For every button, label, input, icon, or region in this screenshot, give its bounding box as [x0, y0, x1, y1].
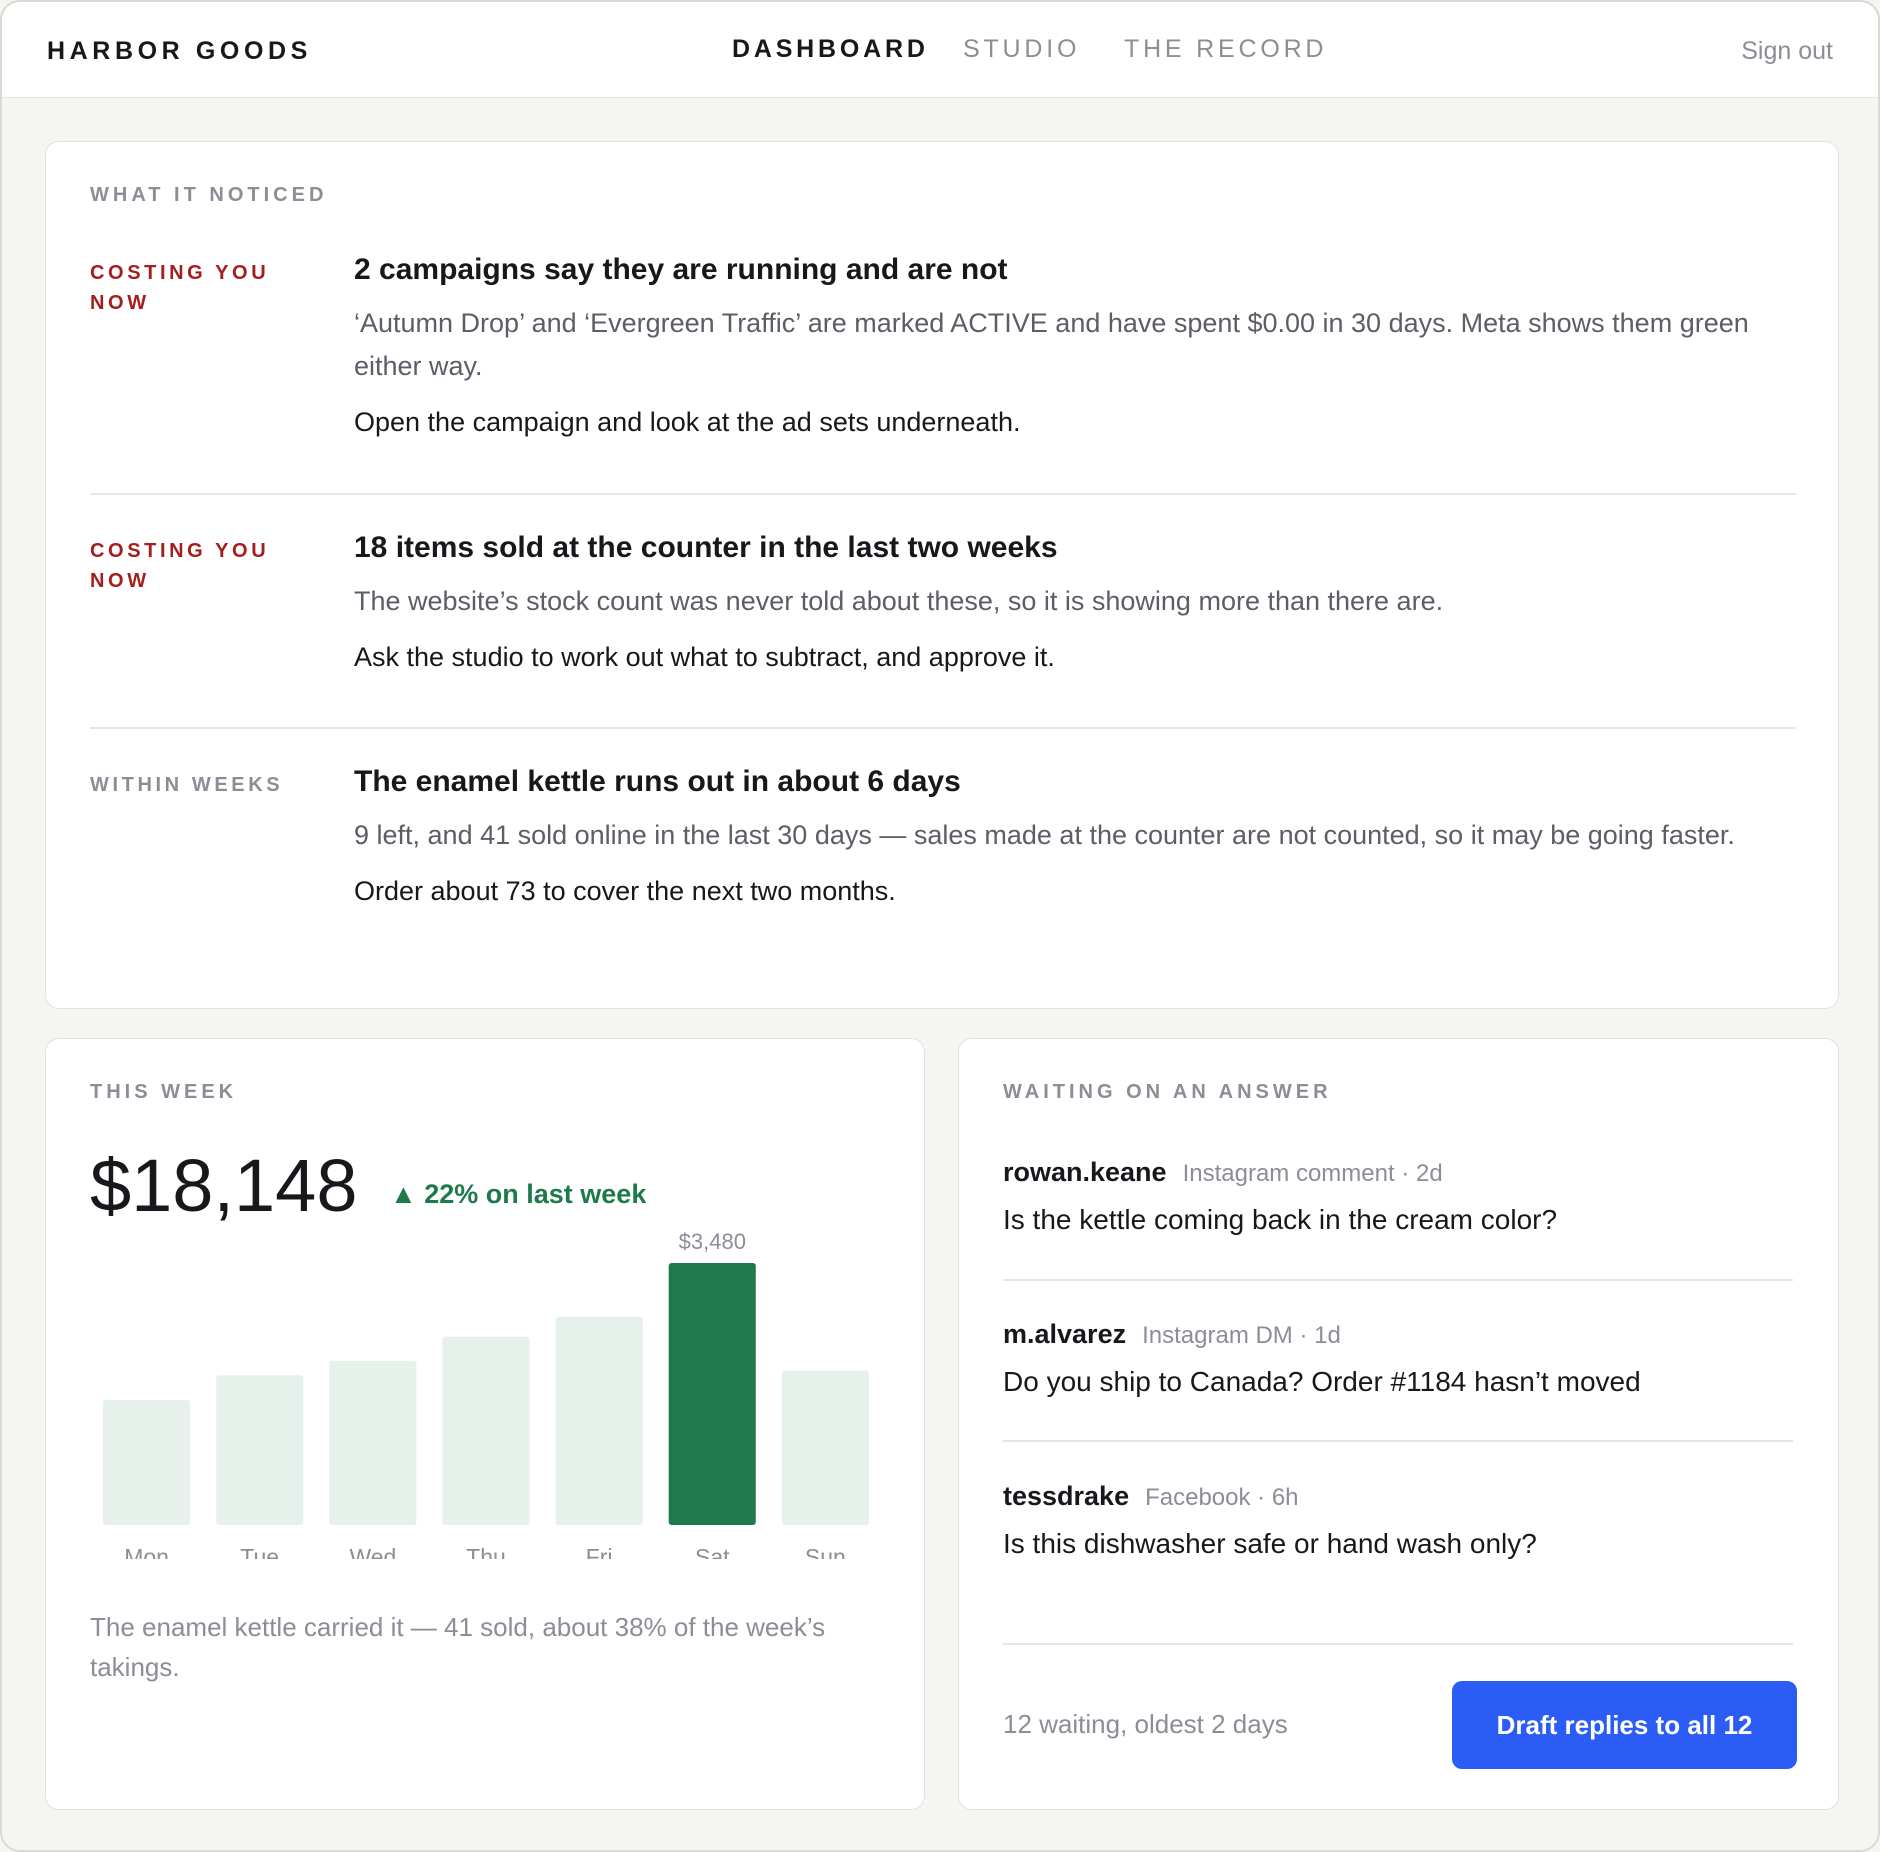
x-tick-label: Fri — [586, 1544, 613, 1559]
notice-item[interactable]: WITHIN WEEKS The enamel kettle runs out … — [90, 765, 1796, 980]
message-text: Is this dishwasher safe or hand wash onl… — [1003, 1528, 1537, 1559]
notice-body: 18 items sold at the counter in the last… — [354, 531, 1794, 677]
message-username: m.alvarez — [1003, 1319, 1127, 1349]
message-username: tessdrake — [1003, 1481, 1130, 1511]
notice-title: The enamel kettle runs out in about 6 da… — [354, 765, 961, 798]
divider — [90, 727, 1796, 729]
x-tick-label: Thu — [466, 1544, 506, 1559]
bar-tue[interactable] — [216, 1375, 304, 1525]
severity-tag: COSTING YOU NOW — [90, 262, 270, 314]
message-username: rowan.keane — [1003, 1157, 1167, 1187]
x-tick-label: Sun — [805, 1544, 846, 1559]
notice-title: 2 campaigns say they are running and are… — [354, 253, 1008, 286]
message-text: Is the kettle coming back in the cream c… — [1003, 1204, 1558, 1235]
bar-sat[interactable] — [668, 1263, 756, 1525]
divider — [1003, 1440, 1793, 1442]
notice-description: The website’s stock count was never told… — [354, 586, 1444, 616]
bar-mon[interactable] — [103, 1400, 191, 1525]
bar-sun[interactable] — [781, 1370, 869, 1525]
bar-value-label: $3,480 — [679, 1229, 746, 1254]
footer-divider — [1003, 1643, 1793, 1645]
divider — [1003, 1279, 1793, 1281]
notice-title: 18 items sold at the counter in the last… — [354, 531, 1058, 564]
x-tick-label: Mon — [124, 1544, 169, 1559]
daily-sales-bar-chart: Mon Tue Wed Thu Fri Sat $3,480 Sun — [103, 1229, 869, 1559]
severity-tag: WITHIN WEEKS — [90, 774, 284, 796]
message-meta: Instagram comment · 2d — [1182, 1160, 1443, 1187]
sign-out-link[interactable]: Sign out — [1741, 37, 1833, 66]
waiting-heading: WAITING ON AN ANSWER — [1003, 1081, 1332, 1103]
message-meta: Facebook · 6h — [1145, 1484, 1299, 1511]
notice-action: Order about 73 to cover the next two mon… — [354, 876, 896, 906]
nav-dashboard[interactable]: DASHBOARD — [732, 35, 929, 64]
message-item[interactable]: tessdrake Facebook · 6h Is this dishwashe… — [1003, 1481, 1793, 1560]
notice-item[interactable]: COSTING YOU NOW 18 items sold at the cou… — [90, 531, 1796, 696]
notice-body: The enamel kettle runs out in about 6 da… — [354, 765, 1794, 911]
brand-logo[interactable]: HARBOR GOODS — [47, 37, 312, 66]
message-meta: Instagram DM · 1d — [1142, 1322, 1341, 1349]
x-tick-label: Wed — [349, 1544, 396, 1559]
notice-action: Open the campaign and look at the ad set… — [354, 407, 1021, 437]
waiting-on-answer-card: WAITING ON AN ANSWER rowan.keane Instagra… — [958, 1038, 1839, 1810]
x-tick-label: Sat — [695, 1544, 730, 1559]
bar-thu[interactable] — [442, 1336, 530, 1525]
bar-wed[interactable] — [329, 1360, 417, 1525]
nav-the-record[interactable]: THE RECORD — [1124, 35, 1327, 64]
message-text: Do you ship to Canada? Order #1184 hasn’… — [1003, 1366, 1641, 1397]
severity-tag: COSTING YOU NOW — [90, 540, 270, 592]
message-item[interactable]: m.alvarez Instagram DM · 1d Do you ship t… — [1003, 1319, 1793, 1398]
divider — [90, 493, 1796, 495]
app-window: HARBOR GOODS DASHBOARD STUDIO THE RECORD… — [0, 0, 1880, 1852]
chart-caption: The enamel kettle carried it — 41 sold, … — [90, 1612, 826, 1682]
waiting-status: 12 waiting, oldest 2 days — [1003, 1709, 1288, 1739]
bar-fri[interactable] — [555, 1316, 643, 1526]
nav-studio[interactable]: STUDIO — [963, 35, 1080, 64]
draft-replies-button[interactable]: Draft replies to all 12 — [1452, 1681, 1797, 1769]
notice-action: Ask the studio to work out what to subtr… — [354, 642, 1055, 672]
notice-body: 2 campaigns say they are running and are… — [354, 253, 1794, 442]
notice-description: ‘Autumn Drop’ and ‘Evergreen Traffic’ ar… — [354, 308, 1749, 381]
notice-description: 9 left, and 41 sold online in the last 3… — [354, 820, 1735, 850]
top-navigation-bar: HARBOR GOODS DASHBOARD STUDIO THE RECORD… — [2, 2, 1878, 98]
what-it-noticed-card: WHAT IT NOTICED COSTING YOU NOW 2 campai… — [45, 141, 1839, 1009]
x-tick-label: Tue — [240, 1544, 279, 1559]
notice-item[interactable]: COSTING YOU NOW 2 campaigns say they are… — [90, 253, 1796, 478]
noticed-heading: WHAT IT NOTICED — [90, 184, 328, 206]
message-item[interactable]: rowan.keane Instagram comment · 2d Is the… — [1003, 1157, 1793, 1236]
this-week-card: THIS WEEK $18,148 ▲ 22% on last week Mon… — [45, 1038, 925, 1810]
